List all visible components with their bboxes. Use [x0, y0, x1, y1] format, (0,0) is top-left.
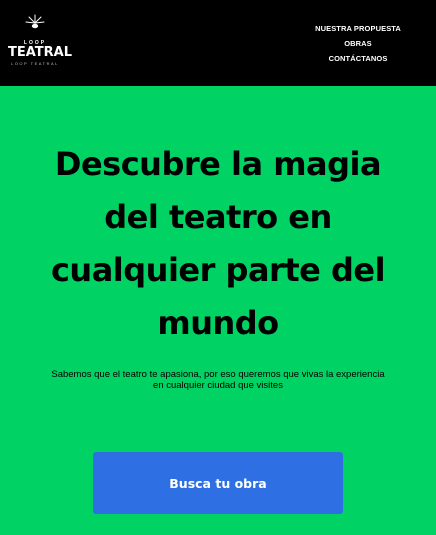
spotlight-rays-icon — [25, 14, 45, 29]
main-nav: NUESTRA PROPUESTA OBRAS CONTÁCTANOS — [298, 21, 418, 66]
nav-item-nuestra-propuesta[interactable]: NUESTRA PROPUESTA — [298, 21, 418, 36]
logo-sub-text: LOOP TEATRAL — [11, 61, 59, 66]
logo-main-text: TEATRAL — [8, 45, 73, 60]
site-header: LOOP TEATRAL LOOP TEATRAL NUESTRA PROPUE… — [0, 0, 436, 86]
logo[interactable]: LOOP TEATRAL LOOP TEATRAL — [8, 14, 73, 72]
nav-item-obras[interactable]: OBRAS — [298, 36, 418, 51]
hero-subtitle: Sabemos que el teatro te apasiona, por e… — [51, 369, 385, 391]
hero-title: Descubre la magia del teatro en cualquie… — [50, 145, 386, 342]
nav-item-contactanos[interactable]: CONTÁCTANOS — [298, 51, 418, 66]
search-play-button[interactable]: Busca tu obra — [93, 452, 343, 514]
